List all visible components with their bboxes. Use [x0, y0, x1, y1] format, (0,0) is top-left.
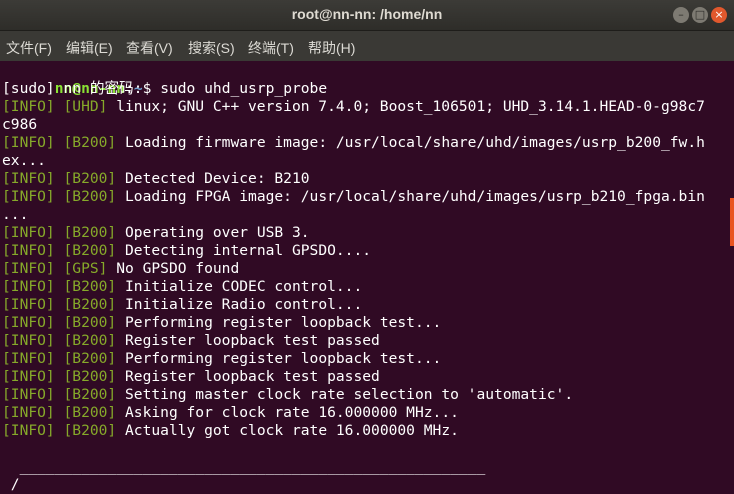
terminal-line: [INFO] [B200] Asking for clock rate 16.0…: [2, 404, 459, 421]
terminal-line: [INFO] [B200] Actually got clock rate 16…: [2, 422, 459, 439]
menu-terminal[interactable]: 终端(T): [248, 38, 294, 58]
terminal-line: ex...: [2, 152, 46, 169]
terminal-line: /: [2, 476, 20, 493]
terminal-line: [INFO] [B200] Operating over USB 3.: [2, 224, 310, 241]
window-title: root@nn-nn: /home/nn: [291, 6, 443, 22]
terminal-line: c986: [2, 116, 38, 133]
terminal-line: ...: [2, 206, 29, 223]
scroll-indicator[interactable]: [730, 198, 734, 246]
prompt-line: nn@nn-nn:~$ sudo uhd_usrp_probe: [2, 62, 327, 97]
prompt-command: sudo uhd_usrp_probe: [151, 80, 328, 97]
terminal-line: [INFO] [B200] Initialize CODEC control..…: [2, 278, 363, 295]
menu-search[interactable]: 搜索(S): [188, 38, 235, 58]
terminal-window: root@nn-nn: /home/nn – □ × 文件(F) 编辑(E) 查…: [0, 0, 734, 494]
terminal-line: [INFO] [B200] Performing register loopba…: [2, 314, 442, 331]
menu-help[interactable]: 帮助(H): [308, 38, 355, 58]
terminal-line: [sudo] nn 的密码:: [2, 80, 143, 97]
terminal-line: [INFO] [B200] Loading firmware image: /u…: [2, 134, 705, 151]
terminal-line: [INFO] [GPS] No GPSDO found: [2, 260, 240, 277]
terminal-line: [INFO] [B200] Performing register loopba…: [2, 350, 442, 367]
terminal-output[interactable]: nn@nn-nn:~$ sudo uhd_usrp_probe [sudo] n…: [0, 61, 734, 494]
menu-edit[interactable]: 编辑(E): [66, 38, 113, 58]
terminal-line: [INFO] [B200] Register loopback test pas…: [2, 332, 380, 349]
terminal-line: [INFO] [B200] Loading FPGA image: /usr/l…: [2, 188, 705, 205]
title-bar[interactable]: root@nn-nn: /home/nn – □ ×: [0, 0, 734, 31]
terminal-line: [INFO] [UHD] linux; GNU C++ version 7.4.…: [2, 98, 705, 115]
menu-bar: 文件(F) 编辑(E) 查看(V) 搜索(S) 终端(T) 帮助(H): [0, 31, 734, 61]
maximize-button[interactable]: □: [692, 7, 708, 23]
menu-view[interactable]: 查看(V): [126, 38, 173, 58]
terminal-line: [INFO] [B200] Detected Device: B210: [2, 170, 310, 187]
menu-file[interactable]: 文件(F): [6, 38, 52, 58]
terminal-line: ________________________________________…: [2, 458, 486, 475]
minimize-button[interactable]: –: [673, 7, 689, 23]
terminal-line: [INFO] [B200] Register loopback test pas…: [2, 368, 380, 385]
terminal-line: [INFO] [B200] Initialize Radio control..…: [2, 296, 363, 313]
terminal-line: [INFO] [B200] Detecting internal GPSDO..…: [2, 242, 372, 259]
terminal-line: [INFO] [B200] Setting master clock rate …: [2, 386, 574, 403]
close-button[interactable]: ×: [711, 7, 727, 23]
